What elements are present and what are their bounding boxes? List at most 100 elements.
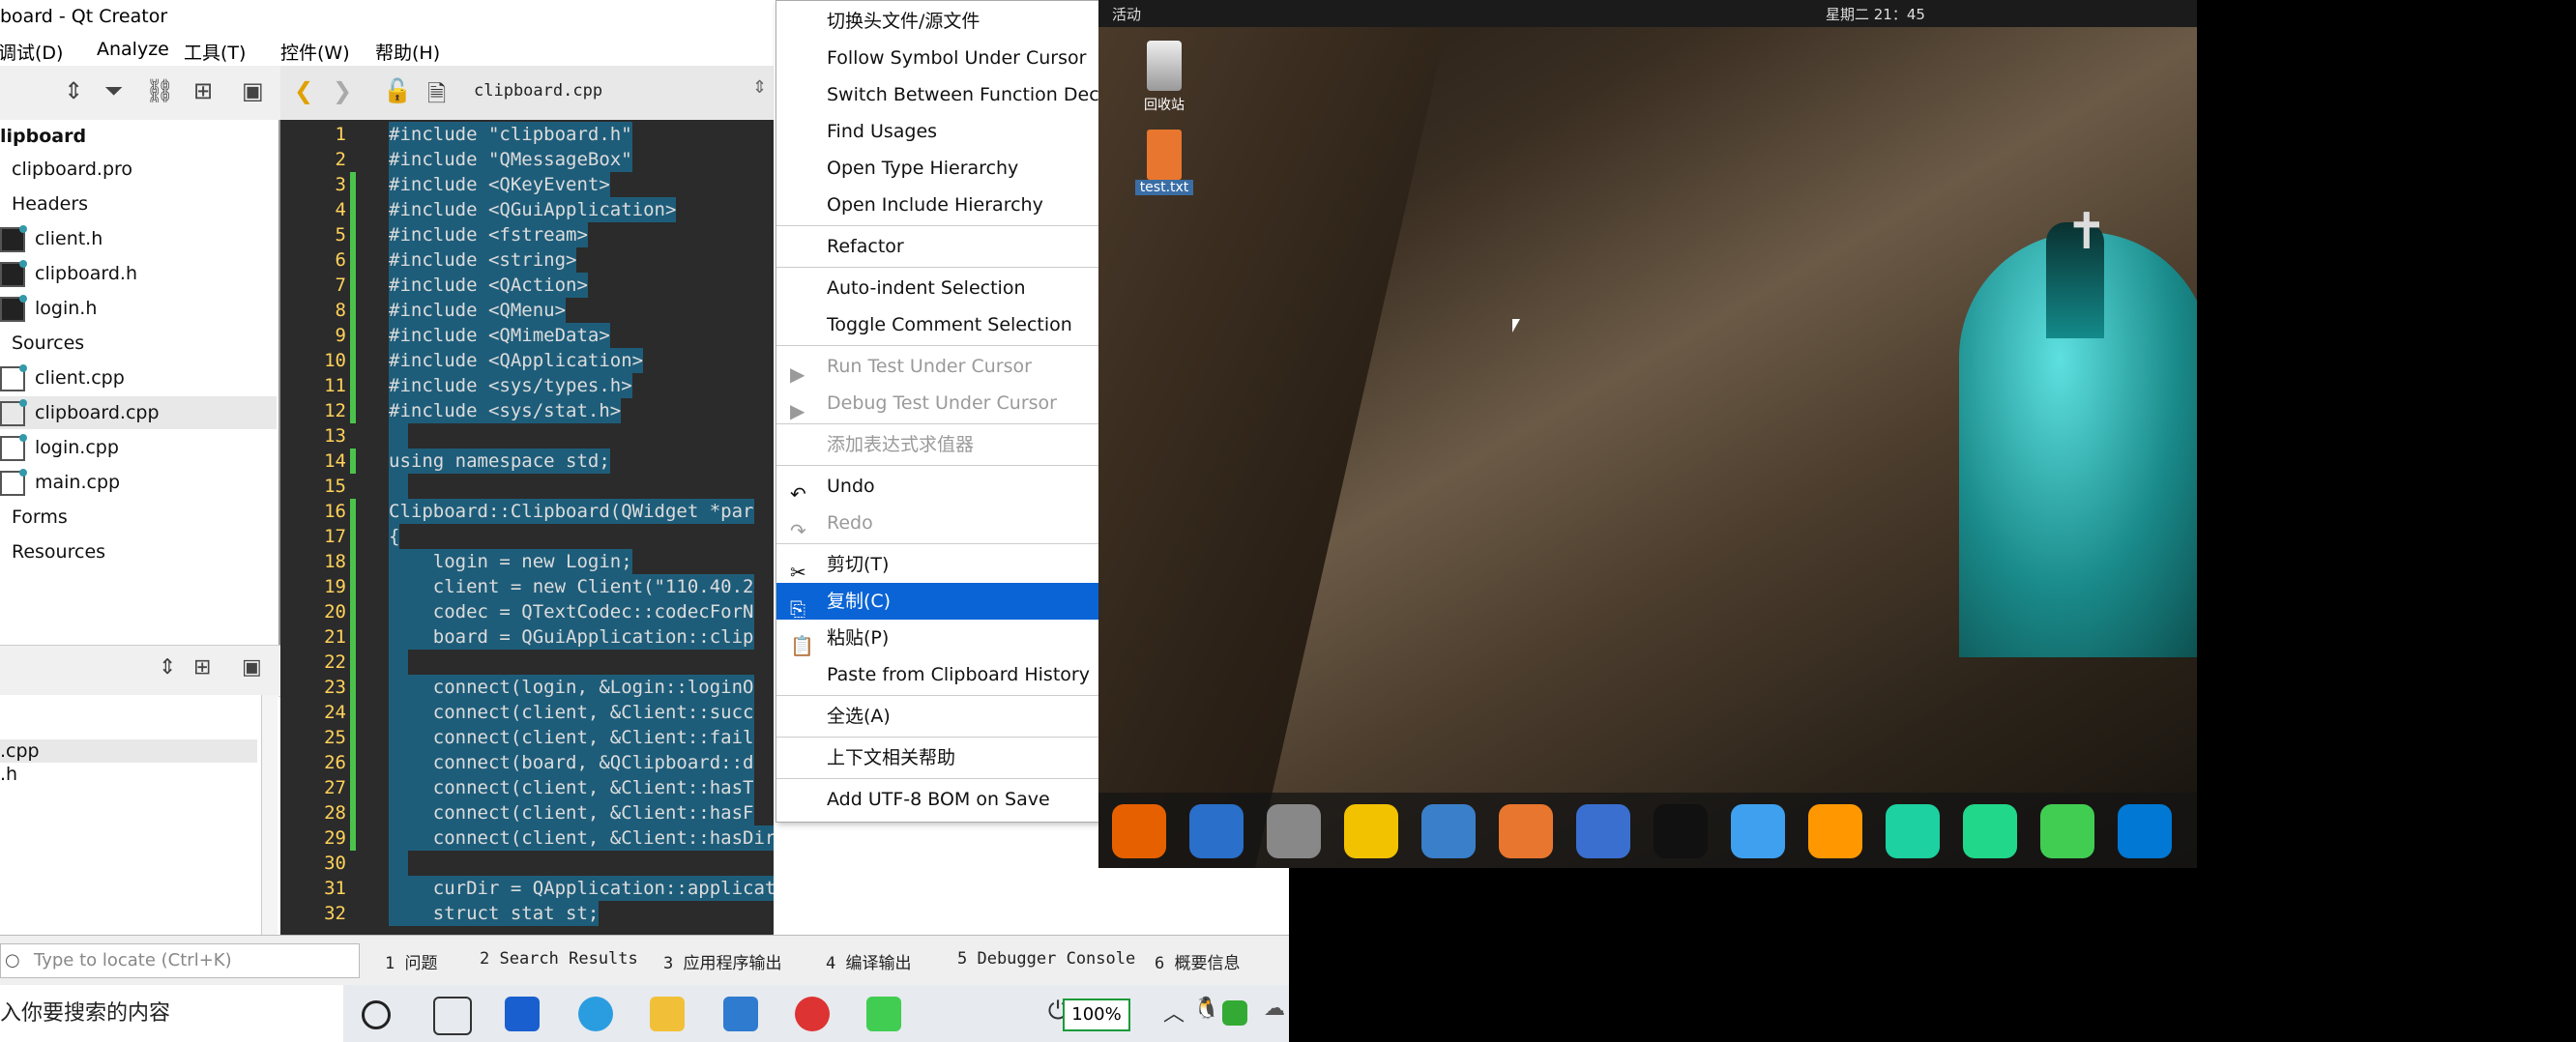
locator-input[interactable]: ○ Type to locate (Ctrl+K)	[0, 943, 360, 978]
activities-button[interactable]: 活动	[1112, 4, 1141, 24]
tab-search-results[interactable]: 2 Search Results	[480, 949, 638, 969]
code-line[interactable]: {	[389, 524, 400, 549]
context-menu-item[interactable]: Add UTF-8 BOM on Save	[776, 781, 1099, 818]
pycharm-icon[interactable]	[1886, 804, 1940, 858]
project-tree-item[interactable]: main.cpp	[0, 466, 277, 499]
context-menu-item[interactable]: ✂ 剪切(T)	[776, 546, 1099, 583]
code-line[interactable]: #include "QMessageBox"	[389, 147, 632, 172]
code-line[interactable]: struct stat st;	[389, 901, 600, 926]
code-line[interactable]: connect(client, &Client::fail	[389, 725, 754, 750]
menu-debug[interactable]: 调试(D)	[0, 39, 63, 65]
help-icon[interactable]	[1576, 804, 1630, 858]
qq-tray-icon[interactable]: 🐧	[1189, 997, 1224, 1031]
rhythmbox-icon[interactable]	[1344, 804, 1398, 858]
context-menu-item[interactable]: 📋 粘贴(P)	[776, 620, 1099, 656]
link-icon[interactable]: ⛓	[145, 77, 174, 104]
close-panel-icon[interactable]: ▣	[242, 655, 262, 680]
forward-arrow-icon[interactable]: ❯	[333, 77, 352, 104]
file-dropdown-icon[interactable]: ⇕	[752, 77, 767, 98]
context-menu-item[interactable]: 上下文相关帮助	[776, 739, 1099, 776]
vscode-icon[interactable]	[2118, 804, 2172, 858]
clion-icon[interactable]	[1963, 804, 2017, 858]
tab-general-messages[interactable]: 6 概要信息	[1155, 949, 1240, 973]
code-line[interactable]: board = QGuiApplication::clip	[389, 624, 754, 650]
context-menu-item[interactable]: Open Include Hierarchy	[776, 187, 1099, 223]
menu-controls[interactable]: 控件(W)	[280, 39, 350, 65]
edge-beta-icon[interactable]	[505, 997, 540, 1031]
tab-app-output[interactable]: 3 应用程序输出	[663, 949, 781, 973]
menu-tools[interactable]: 工具(T)	[184, 39, 246, 65]
code-line[interactable]: Clipboard::Clipboard(QWidget *par	[389, 499, 754, 524]
thunderbird-icon[interactable]	[1189, 804, 1244, 858]
sort-arrows-icon[interactable]: ⇕	[159, 655, 176, 680]
code-line[interactable]: #include <string>	[389, 247, 577, 273]
context-menu-item[interactable]: Toggle Comment Selection	[776, 306, 1099, 343]
code-line[interactable]: connect(login, &Login::loginO	[389, 675, 754, 700]
code-line[interactable]: #include "clipboard.h"	[389, 122, 632, 147]
taskbar-search-box[interactable]: 入你要搜索的内容	[0, 985, 343, 1042]
project-tree-item[interactable]: Forms	[0, 501, 288, 534]
context-menu-item[interactable]: ↶ Undo	[776, 468, 1099, 505]
baidunetdisk-icon[interactable]	[1731, 804, 1785, 858]
code-editor[interactable]: 1 2 3 4 5 6 7 8 9 10 11 12 13 14 15 16 17 18 19 20 21 22 23 24 2…	[280, 120, 774, 935]
context-menu-item[interactable]: Refactor	[776, 228, 1099, 265]
tray-expand-icon[interactable]: ︿	[1156, 997, 1191, 1031]
context-menu-item[interactable]: Follow Symbol Under Cursor	[776, 40, 1099, 76]
project-tree-item[interactable]: Sources	[0, 327, 288, 360]
project-tree-item[interactable]: login.cpp	[0, 431, 277, 464]
qt-creator-taskbar-icon[interactable]	[866, 997, 901, 1031]
tab-issues[interactable]: 1 问题	[385, 949, 437, 973]
code-line[interactable]: connect(client, &Client::hasF	[389, 800, 754, 825]
split-icon[interactable]: ⊞	[193, 655, 211, 680]
context-menu-item[interactable]: Paste from Clipboard History	[776, 656, 1099, 693]
context-menu-item[interactable]: 切换头文件/源文件	[776, 3, 1099, 40]
menu-help[interactable]: 帮助(H)	[375, 39, 440, 65]
code-line[interactable]: #include <sys/types.h>	[389, 373, 632, 398]
code-line[interactable]: #include <fstream>	[389, 222, 588, 247]
cortana-icon[interactable]	[362, 1000, 391, 1029]
code-line[interactable]: client = new Client("110.40.2	[389, 574, 754, 599]
filter-icon[interactable]: ⏷	[104, 77, 123, 104]
remote-desktop-icon[interactable]	[723, 997, 758, 1031]
open-doc-item[interactable]: .h	[0, 763, 17, 786]
project-tree-item[interactable]: client.h	[0, 222, 277, 255]
firefox-icon[interactable]	[1112, 804, 1166, 858]
split-icon[interactable]: ⊞	[193, 77, 213, 104]
qq-icon[interactable]	[1654, 804, 1708, 858]
files-icon[interactable]	[1267, 804, 1321, 858]
code-line[interactable]: connect(client, &Client::hasDirInfo, thi…	[389, 825, 774, 851]
code-line[interactable]	[389, 474, 408, 499]
open-docs-scrollbar[interactable]	[261, 695, 278, 935]
project-tree-item[interactable]: clipboard.cpp	[0, 396, 277, 429]
project-tree-item[interactable]: clipboard.pro	[0, 153, 288, 186]
project-tree-item[interactable]: Resources	[0, 535, 288, 568]
code-line[interactable]: #include <QMimeData>	[389, 323, 610, 348]
qtcreator-icon[interactable]	[2040, 804, 2094, 858]
sort-arrows-icon[interactable]: ⇕	[64, 77, 83, 104]
code-line[interactable]: #include <QApplication>	[389, 348, 644, 373]
context-menu-item[interactable]: 全选(A)	[776, 698, 1099, 735]
editor-filename[interactable]: clipboard.cpp	[474, 81, 602, 101]
code-line[interactable]	[389, 851, 408, 876]
code-line[interactable]: login = new Login;	[389, 549, 632, 574]
code-line[interactable]: connect(client, &Client::hasT	[389, 775, 754, 800]
task-view-icon[interactable]	[433, 997, 472, 1035]
project-root[interactable]: lipboard	[0, 120, 86, 153]
tab-compile-output[interactable]: 4 编译输出	[826, 949, 911, 973]
code-line[interactable]: using namespace std;	[389, 449, 610, 474]
code-line[interactable]: #include <QKeyEvent>	[389, 172, 610, 197]
context-menu-item[interactable]: Auto-indent Selection	[776, 270, 1099, 306]
code-line[interactable]: codec = QTextCodec::codecForN	[389, 599, 754, 624]
project-tree-item[interactable]: login.h	[0, 292, 277, 325]
trash-icon[interactable]	[1147, 41, 1182, 91]
file-explorer-icon[interactable]	[650, 997, 685, 1031]
code-line[interactable]	[389, 423, 408, 449]
project-tree-item[interactable]: Headers	[0, 188, 288, 220]
close-panel-icon[interactable]: ▣	[242, 77, 264, 104]
code-line[interactable]: #include <QGuiApplication>	[389, 197, 677, 222]
code-line[interactable]: connect(client, &Client::succ	[389, 700, 754, 725]
sublime-icon[interactable]	[1808, 804, 1862, 858]
code-line[interactable]: #include <QAction>	[389, 273, 588, 298]
back-arrow-icon[interactable]: ❮	[294, 77, 313, 104]
battery-indicator[interactable]: 100%	[1063, 999, 1130, 1031]
